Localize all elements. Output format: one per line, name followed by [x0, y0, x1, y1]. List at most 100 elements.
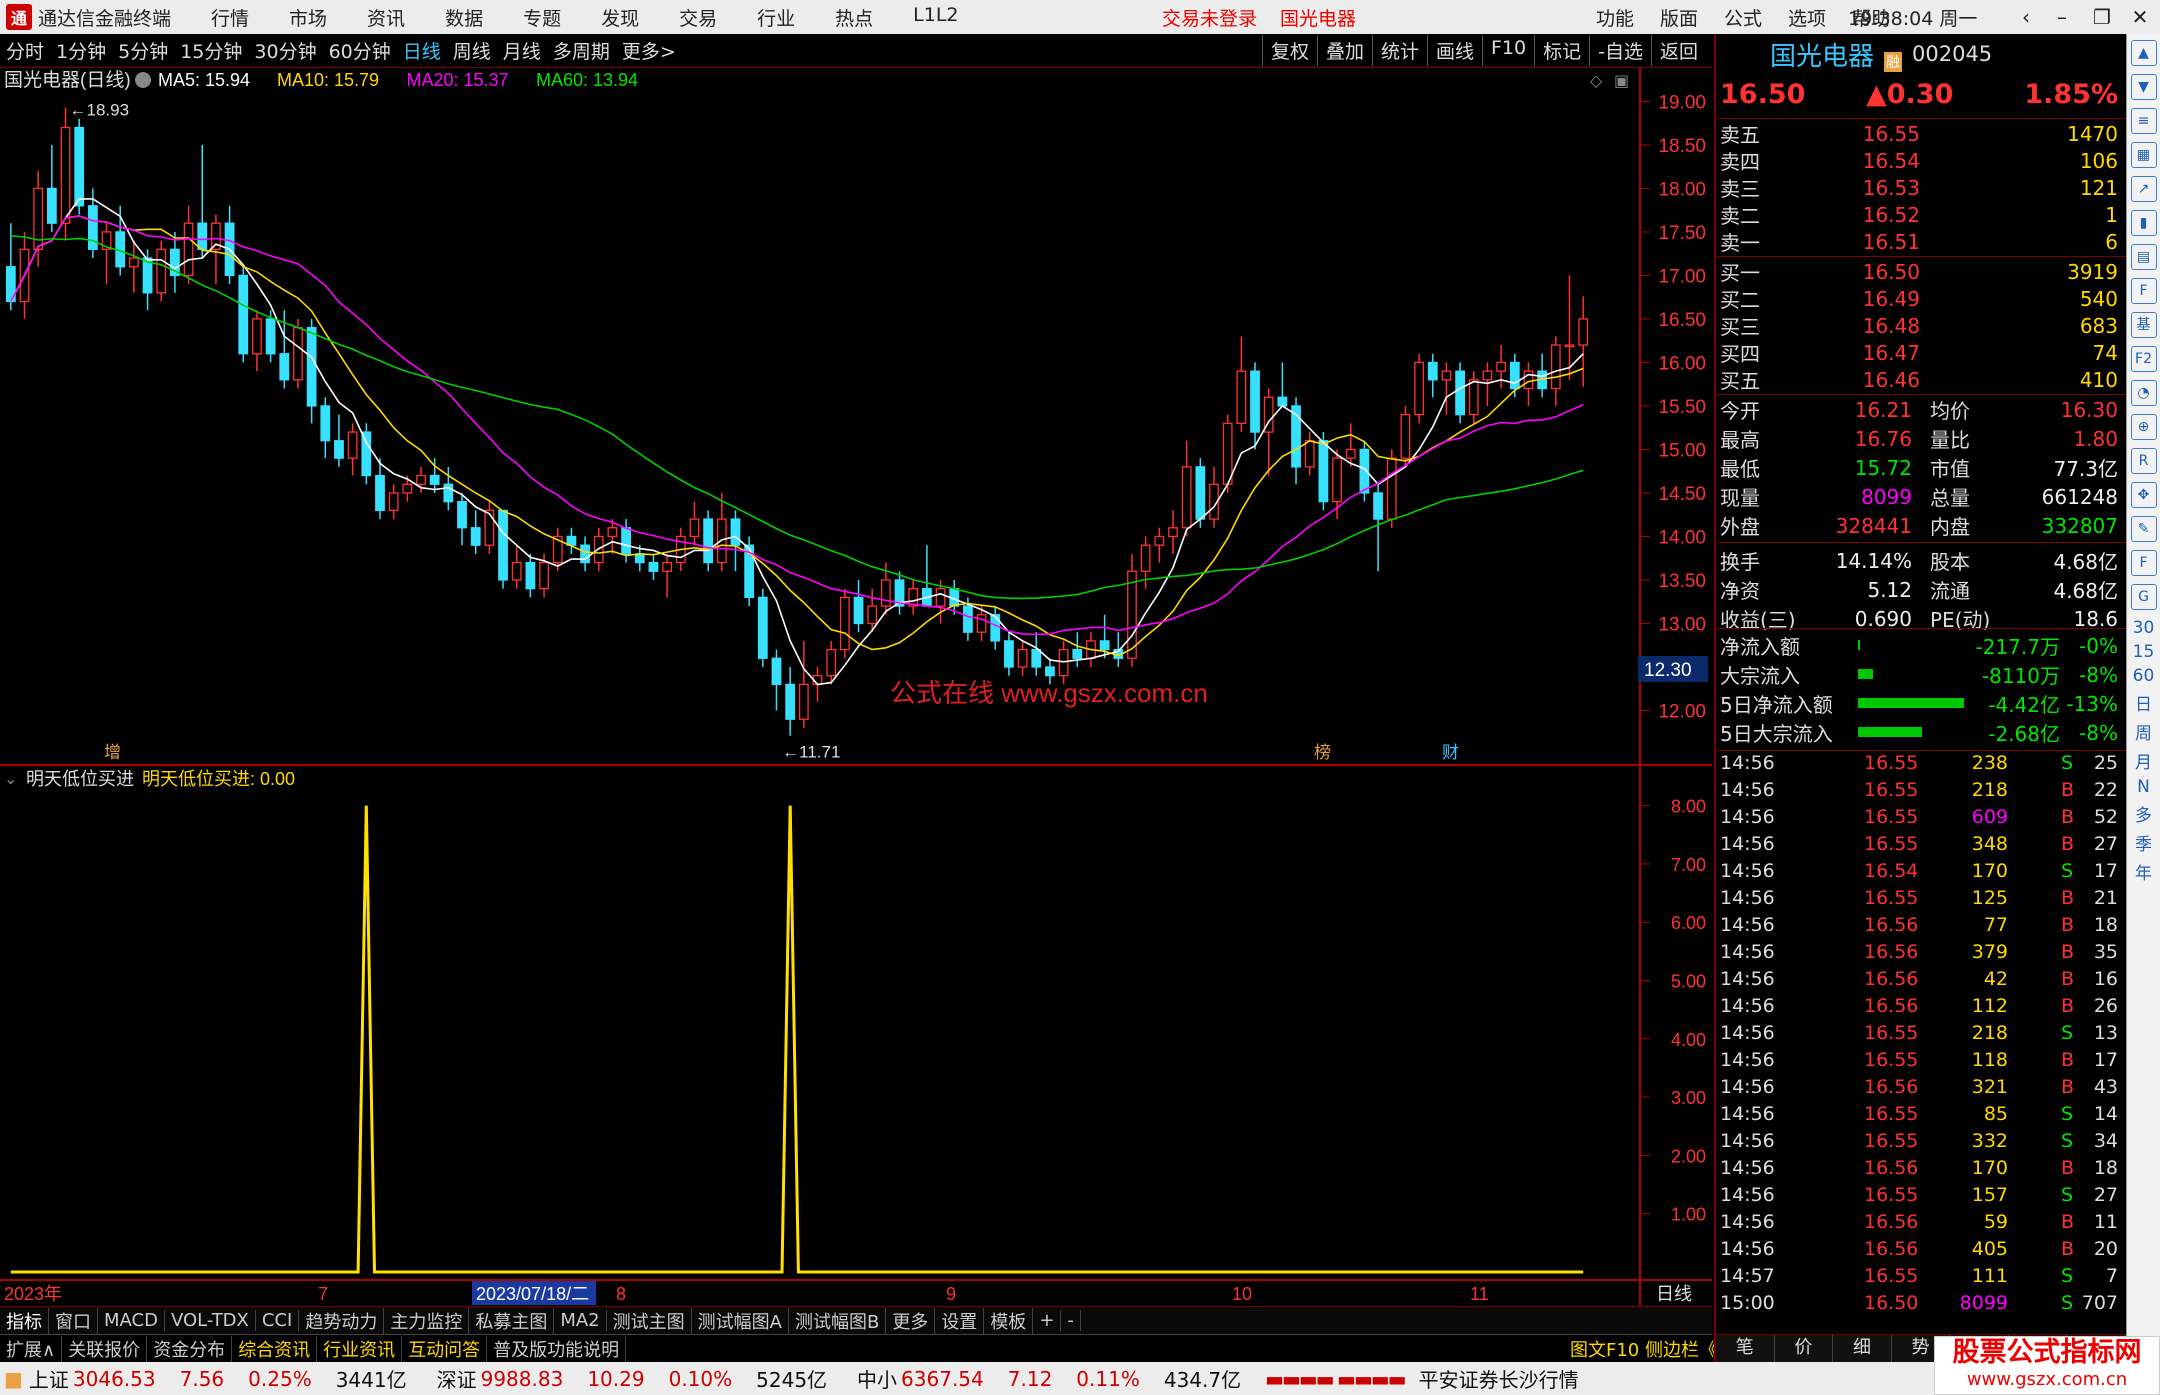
menu-item[interactable]: 资讯 [367, 4, 405, 31]
restore-icon[interactable]: ❐ [2084, 2, 2120, 32]
period-tab[interactable]: 分时 [6, 41, 44, 63]
pen-icon[interactable]: ✎ [2130, 516, 2157, 542]
indicator-tab[interactable]: 私募主图 [469, 1307, 555, 1334]
menu-item[interactable]: 热点 [835, 4, 873, 31]
minimize-icon[interactable]: – [2044, 2, 2080, 32]
quote-panel-tab[interactable]: 价 [1775, 1335, 1834, 1362]
ask-row[interactable]: 卖三 16.53 121 [1716, 174, 2126, 202]
period-tab[interactable]: 更多> [622, 41, 676, 63]
login-status[interactable]: 交易未登录 [1162, 4, 1257, 31]
period-shortcut[interactable]: 60 [2129, 666, 2159, 686]
g-icon[interactable]: G [2130, 584, 2157, 610]
list-icon[interactable]: ≡ [2130, 108, 2157, 134]
bid-row[interactable]: 买四 16.47 74 [1716, 339, 2126, 367]
back-icon[interactable]: ‹ [2008, 2, 2044, 32]
period-tab[interactable]: 周线 [453, 41, 491, 63]
f2-icon[interactable]: F2 [2130, 346, 2157, 372]
grid-icon[interactable]: ▦ [2130, 142, 2157, 168]
indicator-tab[interactable]: 主力监控 [384, 1307, 470, 1334]
index-name[interactable]: 深证 [437, 1364, 477, 1393]
indicator-tab[interactable]: 测试主图 [607, 1307, 692, 1334]
menu-item[interactable]: 行情 [211, 4, 249, 31]
chart-tool-button[interactable]: 叠加 [1316, 35, 1372, 66]
indicator-tab[interactable]: 趋势动力 [299, 1307, 385, 1334]
menu-item[interactable]: 功能 [1596, 4, 1634, 31]
chart-tool-button[interactable]: 统计 [1371, 35, 1427, 66]
event-marker-label[interactable]: 财 [1442, 743, 1459, 763]
period-shortcut[interactable]: 15 [2129, 642, 2159, 662]
menu-item[interactable]: L1L2 [913, 4, 958, 31]
event-marker[interactable]: 增 [104, 743, 121, 763]
menu-item[interactable]: 公式 [1724, 4, 1762, 31]
indicator-tab[interactable]: 模板 [984, 1307, 1034, 1334]
quote-panel-tab[interactable]: 笔 [1716, 1335, 1775, 1362]
chart-tool-button[interactable]: -自选 [1589, 35, 1651, 66]
indicator-tab[interactable]: MACD [98, 1310, 165, 1331]
diamond-icon[interactable]: ◇ [1590, 71, 1603, 90]
window-icon[interactable]: ▣ [1614, 71, 1629, 90]
f10-sidebar-toggle[interactable]: 图文F10 侧边栏《 [1564, 1336, 1723, 1362]
fund-icon[interactable]: 基 [2130, 312, 2157, 338]
period-tab[interactable]: 日线 [403, 41, 441, 63]
bid-row[interactable]: 买三 16.48 683 [1716, 312, 2126, 340]
rsi-icon[interactable]: R [2130, 448, 2157, 474]
time-axis-label[interactable]: 日线 [1656, 1284, 1692, 1304]
up-icon[interactable]: ▲ [2130, 40, 2157, 66]
chart-tool-button[interactable]: 画线 [1426, 35, 1482, 66]
info-tab[interactable]: 扩展∧ [0, 1335, 63, 1362]
quote-panel-tab[interactable]: 细 [1833, 1335, 1892, 1362]
close-icon[interactable]: ✕ [2122, 2, 2158, 32]
settings-icon[interactable] [135, 72, 151, 88]
fs-icon[interactable]: F [2130, 550, 2157, 576]
ask-row[interactable]: 卖四 16.54 106 [1716, 147, 2126, 175]
period-shortcut[interactable]: 多 [2129, 801, 2159, 826]
menu-item[interactable]: 专题 [523, 4, 561, 31]
period-tab[interactable]: 15分钟 [180, 41, 242, 63]
event-marker[interactable]: 榜 [1314, 743, 1331, 763]
chart-tool-button[interactable]: F10 [1482, 35, 1534, 66]
menu-item[interactable]: 发现 [601, 4, 639, 31]
chart-tool-button[interactable]: 复权 [1261, 35, 1317, 66]
indicator-tab[interactable]: + [1033, 1310, 1062, 1331]
menu-item[interactable]: 行业 [757, 4, 795, 31]
collapse-icon[interactable]: ⌄ [4, 769, 17, 788]
event-marker-label[interactable]: 增 [104, 743, 121, 763]
period-tab[interactable]: 30分钟 [254, 41, 316, 63]
indicator-tab[interactable]: 设置 [935, 1307, 985, 1334]
move-icon[interactable]: ✥ [2130, 482, 2157, 508]
f10-icon[interactable]: F [2130, 278, 2157, 304]
zoom-icon[interactable]: ⊕ [2130, 414, 2157, 440]
event-marker-label[interactable]: 榜 [1314, 743, 1331, 763]
period-shortcut[interactable]: 季 [2129, 830, 2159, 855]
table-icon[interactable]: ▤ [2130, 244, 2157, 270]
menu-item[interactable]: 版面 [1660, 4, 1698, 31]
period-shortcut[interactable]: 月 [2129, 748, 2159, 773]
menu-item[interactable]: 选项 [1788, 4, 1826, 31]
indicator-tab[interactable]: MA2 [554, 1310, 607, 1331]
info-tab[interactable]: 行业资讯 [317, 1335, 403, 1362]
period-shortcut[interactable]: 日 [2129, 690, 2159, 715]
period-shortcut[interactable]: 周 [2129, 719, 2159, 744]
menu-item[interactable]: 市场 [289, 4, 327, 31]
bid-row[interactable]: 买五 16.46 410 [1716, 366, 2126, 394]
period-tab[interactable]: 多周期 [553, 41, 610, 63]
indicator-tab[interactable]: 窗口 [49, 1307, 98, 1334]
indicator-tab[interactable]: 测试幅图B [789, 1307, 887, 1334]
indicator-chart[interactable]: ⌄ 明天低位买进 明天低位买进: 0.00 8.00 7.00 6.00 5.00 4.00 3… [0, 766, 1712, 1306]
indicator-tab[interactable]: 更多 [886, 1307, 936, 1334]
chart-icon[interactable]: ↗ [2130, 176, 2157, 202]
menu-item[interactable]: 交易 [679, 4, 717, 31]
candlestick-chart[interactable]: 19.00 18.50 18.00 17.50 17.00 16.50 16.00 15.50… [0, 68, 1712, 764]
indicator-tab[interactable]: CCI [256, 1310, 300, 1331]
chart-tool-button[interactable]: 返回 [1650, 35, 1706, 66]
period-tab[interactable]: 1分钟 [56, 41, 106, 63]
down-icon[interactable]: ▼ [2130, 74, 2157, 100]
kline-icon[interactable]: ▮ [2130, 210, 2157, 236]
ask-row[interactable]: 卖二 16.52 1 [1716, 201, 2126, 229]
indicator-tab[interactable]: 指标 [0, 1307, 49, 1334]
chart-tool-button[interactable]: 标记 [1534, 35, 1589, 66]
pie-icon[interactable]: ◔ [2130, 380, 2157, 406]
menu-item[interactable]: 数据 [445, 4, 483, 31]
stock-tab[interactable]: 国光电器 [1280, 4, 1356, 31]
indicator-tab[interactable]: 测试幅图A [692, 1307, 789, 1334]
